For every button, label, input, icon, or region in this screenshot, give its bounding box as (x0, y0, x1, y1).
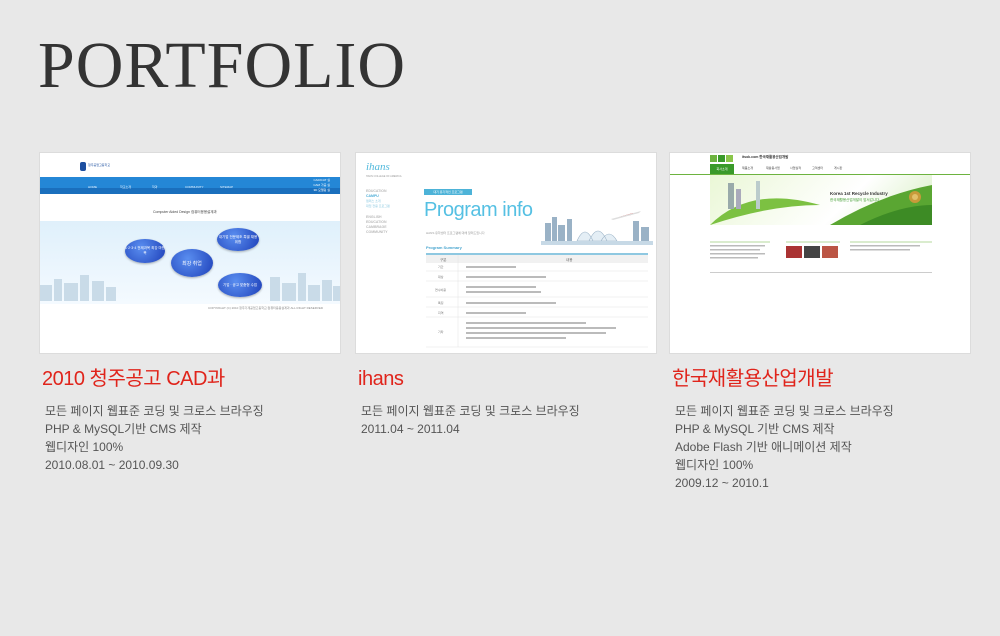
thumb-nav-item: 사업실적 (790, 166, 802, 170)
opera-house-skyline-icon (541, 211, 653, 245)
thumb-nav-item: 학과 (152, 185, 158, 189)
card-description: 모든 페이지 웹표준 코딩 및 크로스 브라우징 2011.04 ~ 2011.… (361, 402, 656, 438)
program-table-graphic: 구분 내용 기간 대상 연수비용 특징 지역 기타 (426, 253, 648, 348)
card-desc-line: 모든 페이지 웹표준 코딩 및 크로스 브라우징 (675, 404, 894, 418)
card-desc-line: 웹디자인 100% (45, 440, 124, 454)
svg-text:내용: 내용 (566, 257, 573, 262)
card-title[interactable]: 2010 청주공고 CAD과 (42, 366, 340, 392)
school-logo-icon (80, 162, 86, 171)
thumb-bubble: 대기업 전문제조 특별 채용 위함 (217, 228, 259, 251)
thumb-bubble: 1·2·3·4 전제과목 최강 마원복 (125, 239, 165, 263)
svg-text:대상: 대상 (438, 274, 444, 279)
recycle-logo-icon (710, 155, 733, 162)
thumb-nav-item: SITEMAP (220, 185, 234, 189)
ihans-logo: ihans (366, 161, 390, 173)
svg-text:기타: 기타 (438, 329, 444, 334)
thumb-nav-item: 재활용사업 (766, 166, 780, 170)
card-description: 모든 페이지 웹표준 코딩 및 크로스 브라우징 PHP & MySQL기반 C… (45, 402, 340, 474)
card-date: 2010.08.01 ~ 2010.09.30 (45, 458, 179, 472)
thumb-logo-text: 청주공업고등학교 (88, 163, 111, 167)
thumb-heading: Program info (424, 199, 533, 221)
thumb-subtitle: HANS 유학센터 프로그램에 대해 알려드립니다 (426, 231, 485, 235)
thumb-nav-item-active: 회사소개 (710, 164, 734, 174)
page-title: PORTFOLIO (38, 29, 407, 102)
thumb-nav-item: 학교소개 (120, 185, 132, 189)
svg-text:지역: 지역 (438, 310, 444, 315)
portfolio-card-recycle[interactable]: itsok.com 한국재활용산업개발 회사소개 제품소개 재활용사업 사업실적… (670, 153, 970, 492)
card-desc-line: PHP & MySQL기반 CMS 제작 (45, 422, 202, 436)
thumb-nav-item: COMMUNITY (185, 185, 204, 189)
portfolio-thumbnail[interactable]: 청주공업고등학교 HOME 학교소개 학과 COMMUNITY SITEMAP … (40, 153, 340, 353)
card-title[interactable]: ihans (358, 366, 656, 392)
card-title[interactable]: 한국재활용산업개발 (672, 366, 970, 392)
green-leaves-icon (710, 181, 932, 225)
card-date: 2011.04 ~ 2011.04 (361, 422, 460, 436)
portfolio-card-cheongju[interactable]: 청주공업고등학교 HOME 학교소개 학과 COMMUNITY SITEMAP … (40, 153, 340, 474)
thumb-side-links: CAD/CAT 실 CAM 가공 실 3D 모델링 실 (313, 178, 330, 192)
thumb-caption: Computer Aided Design 컴퓨터응용설계과 (153, 210, 217, 214)
card-desc-line: PHP & MySQL 기반 CMS 제작 (675, 422, 835, 436)
svg-text:기간: 기간 (438, 264, 444, 269)
card-description: 모든 페이지 웹표준 코딩 및 크로스 브라우징 PHP & MySQL 기반 … (675, 402, 970, 492)
svg-text:구분: 구분 (440, 257, 447, 262)
thumb-logo-sub: HANS COLLEGE OF AMERICA (366, 175, 402, 178)
thumb-footer-area (40, 313, 340, 353)
thumb-nav-item: 게시판 (834, 166, 843, 170)
thumb-banner-title: Korea 1st Recycle Industry (830, 191, 888, 196)
card-desc-line: 모든 페이지 웹표준 코딩 및 크로스 브라우징 (45, 404, 264, 418)
thumb-bubble: 기업 · 공고 맞춤형 수업 (218, 273, 262, 297)
svg-text:연수비용: 연수비용 (435, 287, 446, 292)
card-date: 2009.12 ~ 2010.1 (675, 476, 769, 490)
thumb-banner-subtitle: 한국재활용산업개발이 앞서갑니다. (830, 198, 881, 202)
thumb-footer (710, 272, 932, 281)
thumb-badge: 대기 유기적인 프로그램 (424, 189, 472, 195)
thumb-content-columns (710, 241, 932, 259)
thumb-logo-text: itsok.com 한국재활용산업개발 (742, 155, 789, 159)
thumb-banner: Korea 1st Recycle Industry 한국재활용산업개발이 앞서… (710, 175, 932, 225)
thumb-side-menu: EDUCATION CAMPU 캠퍼스 소개 대입 전용 프로그램 ENGLIS… (366, 189, 390, 234)
thumb-summary-title: Program Summary (426, 245, 462, 250)
thumb-footer: COPYRIGHT (C) 2010 청주기계공업고등학교 컴퓨터응용설계과 A… (208, 306, 324, 310)
portfolio-thumbnail[interactable]: ihans HANS COLLEGE OF AMERICA EDUCATION … (356, 153, 656, 353)
card-desc-line: 웹디자인 100% (675, 458, 754, 472)
portfolio-card-ihans[interactable]: ihans HANS COLLEGE OF AMERICA EDUCATION … (356, 153, 656, 438)
svg-text:특징: 특징 (438, 300, 444, 305)
portfolio-thumbnail[interactable]: itsok.com 한국재활용산업개발 회사소개 제품소개 재활용사업 사업실적… (670, 153, 970, 353)
card-desc-line: 모든 페이지 웹표준 코딩 및 크로스 브라우징 (361, 404, 580, 418)
thumb-nav-item: 제품소개 (742, 166, 754, 170)
thumb-nav-item: 고객센터 (812, 166, 824, 170)
card-desc-line: Adobe Flash 기반 애니메이션 제작 (675, 440, 852, 454)
thumb-nav-item: HOME (88, 185, 97, 189)
thumb-bubble: 최강 취업 (171, 249, 213, 277)
